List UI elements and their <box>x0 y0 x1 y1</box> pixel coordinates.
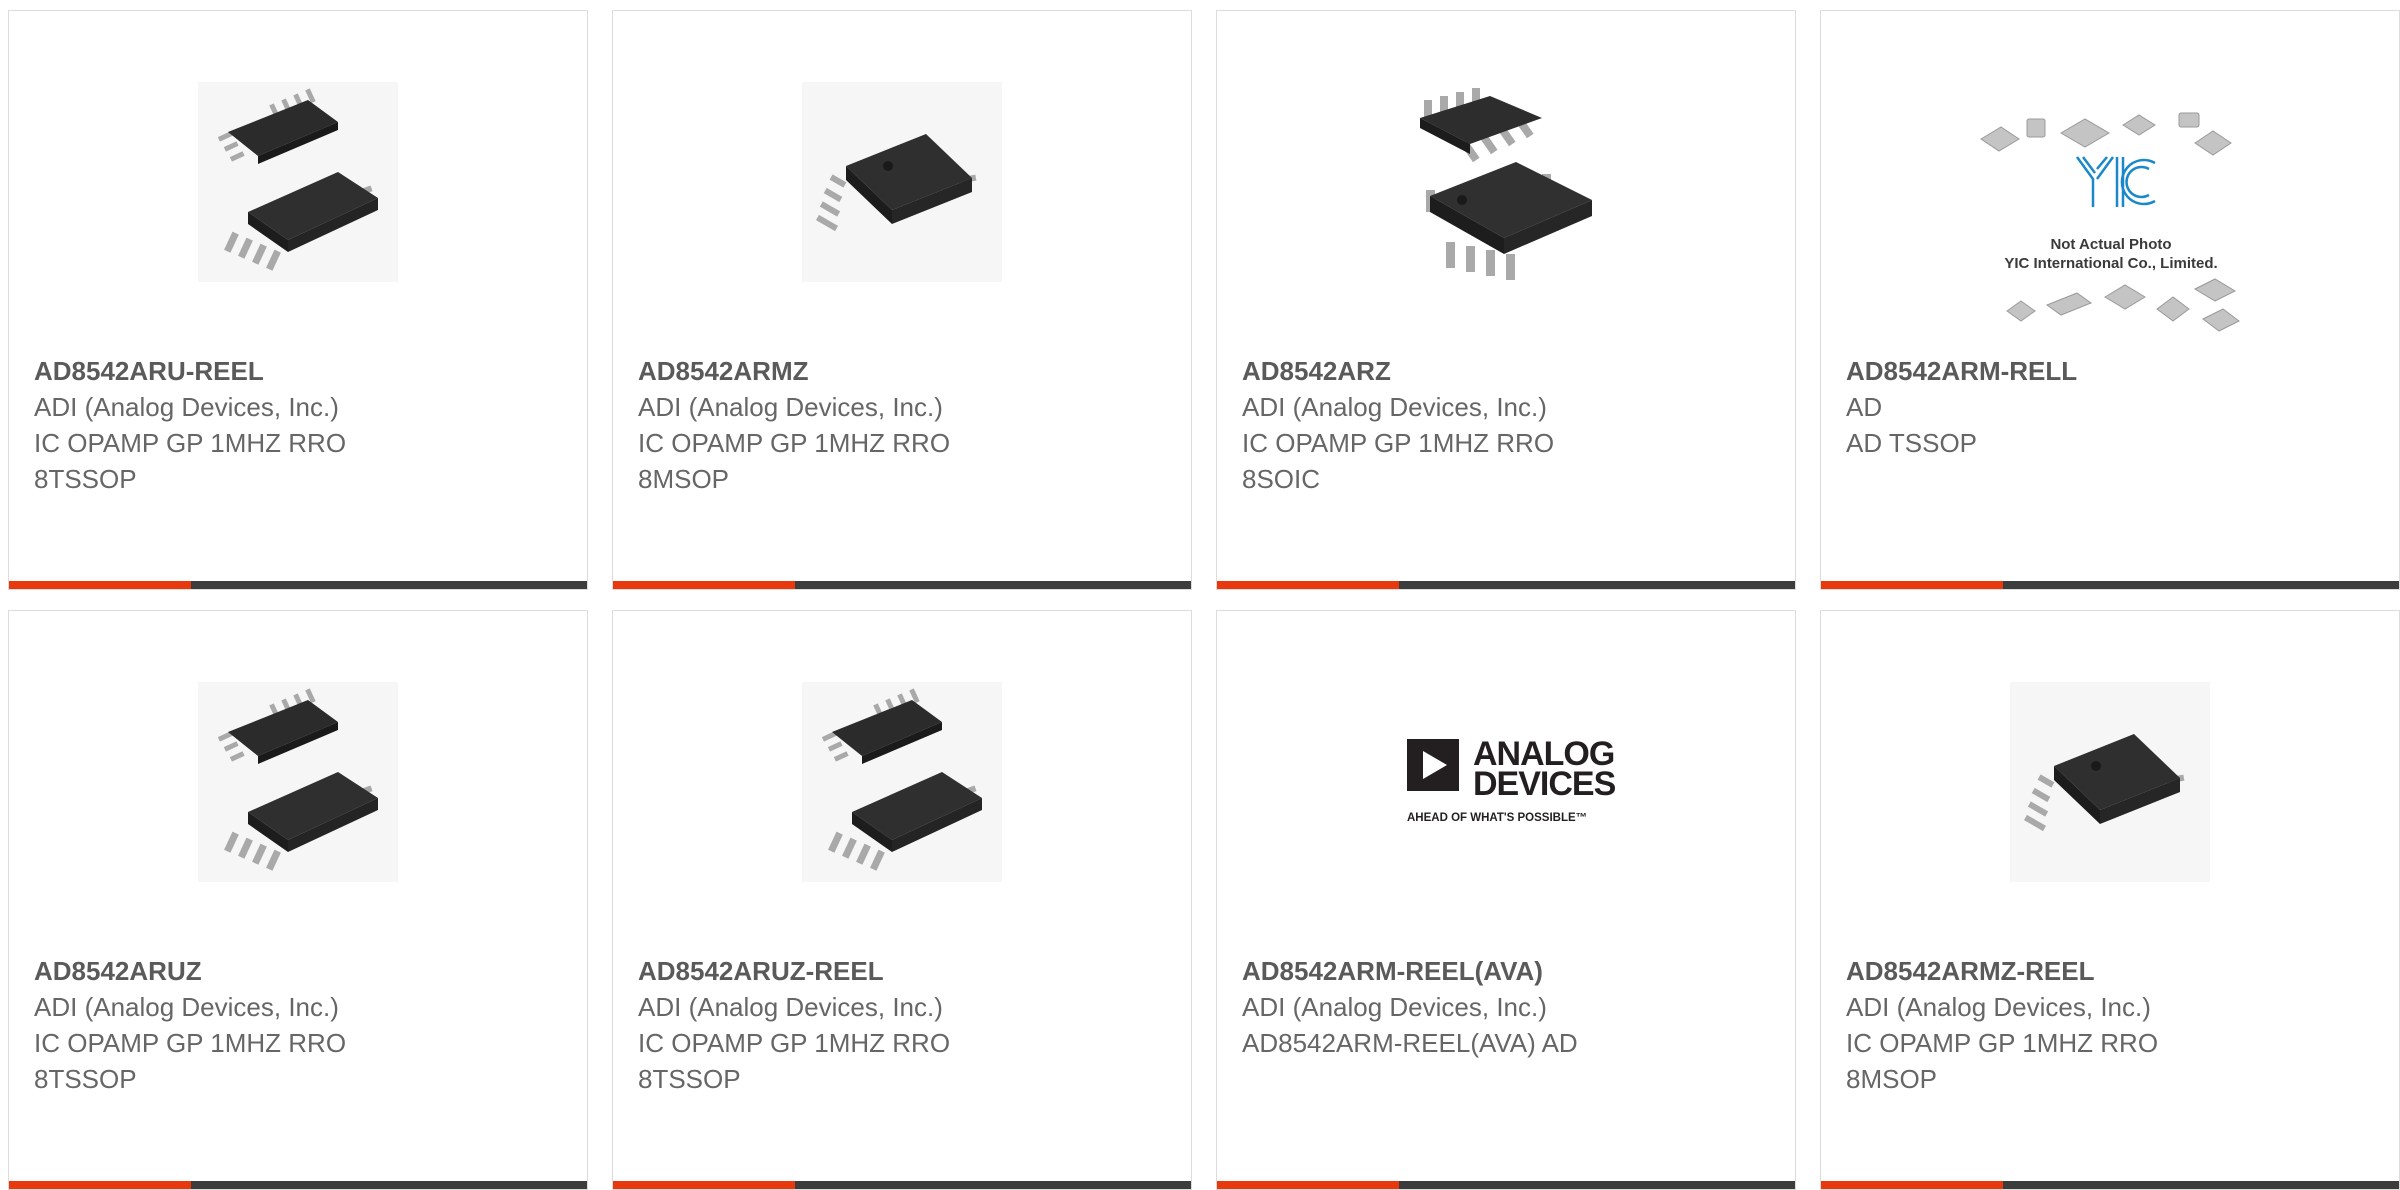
product-card[interactable]: Not Actual Photo YIC International Co., … <box>1820 10 2400 590</box>
package: 8MSOP <box>638 464 730 494</box>
product-info: AD8542ARMZ ADI (Analog Devices, Inc.) IC… <box>638 353 1171 497</box>
manufacturer: ADI (Analog Devices, Inc.) <box>34 992 339 1022</box>
product-info: AD8542ARMZ-REEL ADI (Analog Devices, Inc… <box>1846 953 2379 1097</box>
card-accent <box>9 581 191 589</box>
package: 8TSSOP <box>638 1064 741 1094</box>
part-number[interactable]: AD8542ARMZ-REEL <box>1846 953 2379 989</box>
placeholder-line-1: Not Actual Photo <box>2050 236 2171 253</box>
package: 8TSSOP <box>34 1064 137 1094</box>
card-accent <box>613 581 795 589</box>
description: IC OPAMP GP 1MHZ RRO <box>34 428 347 458</box>
product-card[interactable]: AD8542ARUZ-REEL ADI (Analog Devices, Inc… <box>612 610 1192 1190</box>
package: 8MSOP <box>1846 1064 1938 1094</box>
card-accent <box>1217 1181 1399 1189</box>
part-number[interactable]: AD8542ARMZ <box>638 353 1171 389</box>
product-card[interactable]: AD8542ARZ ADI (Analog Devices, Inc.) IC … <box>1216 10 1796 590</box>
card-bottom-bar <box>1217 581 1795 589</box>
description: AD TSSOP <box>1846 428 1978 458</box>
product-info: AD8542ARM-RELL AD AD TSSOP <box>1846 353 2379 461</box>
msop-chip-icon[interactable] <box>2007 679 2213 885</box>
product-info: AD8542ARUZ ADI (Analog Devices, Inc.) IC… <box>34 953 567 1097</box>
soic-chip-pair-icon[interactable] <box>1403 79 1609 285</box>
msop-chip-icon[interactable] <box>799 79 1005 285</box>
description: IC OPAMP GP 1MHZ RRO <box>638 428 951 458</box>
manufacturer: ADI (Analog Devices, Inc.) <box>1242 392 1547 422</box>
card-bottom-bar <box>613 1181 1191 1189</box>
part-number[interactable]: AD8542ARUZ-REEL <box>638 953 1171 989</box>
tssop-chip-pair-icon[interactable] <box>195 79 401 285</box>
manufacturer: ADI (Analog Devices, Inc.) <box>638 992 943 1022</box>
tssop-chip-pair-icon[interactable] <box>195 679 401 885</box>
product-card[interactable]: AD8542ARU-REEL ADI (Analog Devices, Inc.… <box>8 10 588 590</box>
part-number[interactable]: AD8542ARUZ <box>34 953 567 989</box>
card-accent <box>1821 1181 2003 1189</box>
manufacturer: ADI (Analog Devices, Inc.) <box>1242 992 1547 1022</box>
card-bottom-bar <box>9 1181 587 1189</box>
card-bottom-bar <box>613 581 1191 589</box>
part-number[interactable]: AD8542ARZ <box>1242 353 1775 389</box>
package: 8SOIC <box>1242 464 1321 494</box>
part-number[interactable]: AD8542ARM-RELL <box>1846 353 2379 389</box>
description: IC OPAMP GP 1MHZ RRO <box>1242 428 1555 458</box>
product-info: AD8542ARZ ADI (Analog Devices, Inc.) IC … <box>1242 353 1775 497</box>
tssop-chip-pair-icon[interactable] <box>799 679 1005 885</box>
card-bottom-bar <box>1821 1181 2399 1189</box>
manufacturer: AD <box>1846 392 1883 422</box>
product-info: AD8542ARM-REEL(AVA) ADI (Analog Devices,… <box>1242 953 1775 1061</box>
product-grid: AD8542ARU-REEL ADI (Analog Devices, Inc.… <box>8 10 2400 1190</box>
product-card[interactable]: AD8542ARMZ ADI (Analog Devices, Inc.) IC… <box>612 10 1192 590</box>
description: IC OPAMP GP 1MHZ RRO <box>638 1028 951 1058</box>
description: IC OPAMP GP 1MHZ RRO <box>1846 1028 2159 1058</box>
logo-line-2: DEVICES <box>1473 765 1616 803</box>
card-accent <box>1821 581 2003 589</box>
product-card[interactable]: ANALOG DEVICES AHEAD OF WHAT'S POSSIBLE™… <box>1216 610 1796 1190</box>
analog-devices-logo[interactable]: ANALOG DEVICES AHEAD OF WHAT'S POSSIBLE™ <box>1397 721 1617 841</box>
description: AD8542ARM-REEL(AVA) AD <box>1242 1028 1578 1058</box>
product-info: AD8542ARUZ-REEL ADI (Analog Devices, Inc… <box>638 953 1171 1097</box>
part-number[interactable]: AD8542ARU-REEL <box>34 353 567 389</box>
card-accent <box>613 1181 795 1189</box>
package: 8TSSOP <box>34 464 137 494</box>
description: IC OPAMP GP 1MHZ RRO <box>34 1028 347 1058</box>
logo-tagline: AHEAD OF WHAT'S POSSIBLE™ <box>1407 812 1587 824</box>
card-accent <box>1217 581 1399 589</box>
not-actual-photo-placeholder[interactable]: Not Actual Photo YIC International Co., … <box>1973 99 2249 349</box>
card-bottom-bar <box>1821 581 2399 589</box>
part-number[interactable]: AD8542ARM-REEL(AVA) <box>1242 953 1775 989</box>
product-info: AD8542ARU-REEL ADI (Analog Devices, Inc.… <box>34 353 567 497</box>
manufacturer: ADI (Analog Devices, Inc.) <box>34 392 339 422</box>
manufacturer: ADI (Analog Devices, Inc.) <box>1846 992 2151 1022</box>
card-bottom-bar <box>9 581 587 589</box>
product-card[interactable]: AD8542ARUZ ADI (Analog Devices, Inc.) IC… <box>8 610 588 1190</box>
placeholder-line-2: YIC International Co., Limited. <box>2004 255 2217 272</box>
card-bottom-bar <box>1217 1181 1795 1189</box>
manufacturer: ADI (Analog Devices, Inc.) <box>638 392 943 422</box>
card-accent <box>9 1181 191 1189</box>
product-card[interactable]: AD8542ARMZ-REEL ADI (Analog Devices, Inc… <box>1820 610 2400 1190</box>
